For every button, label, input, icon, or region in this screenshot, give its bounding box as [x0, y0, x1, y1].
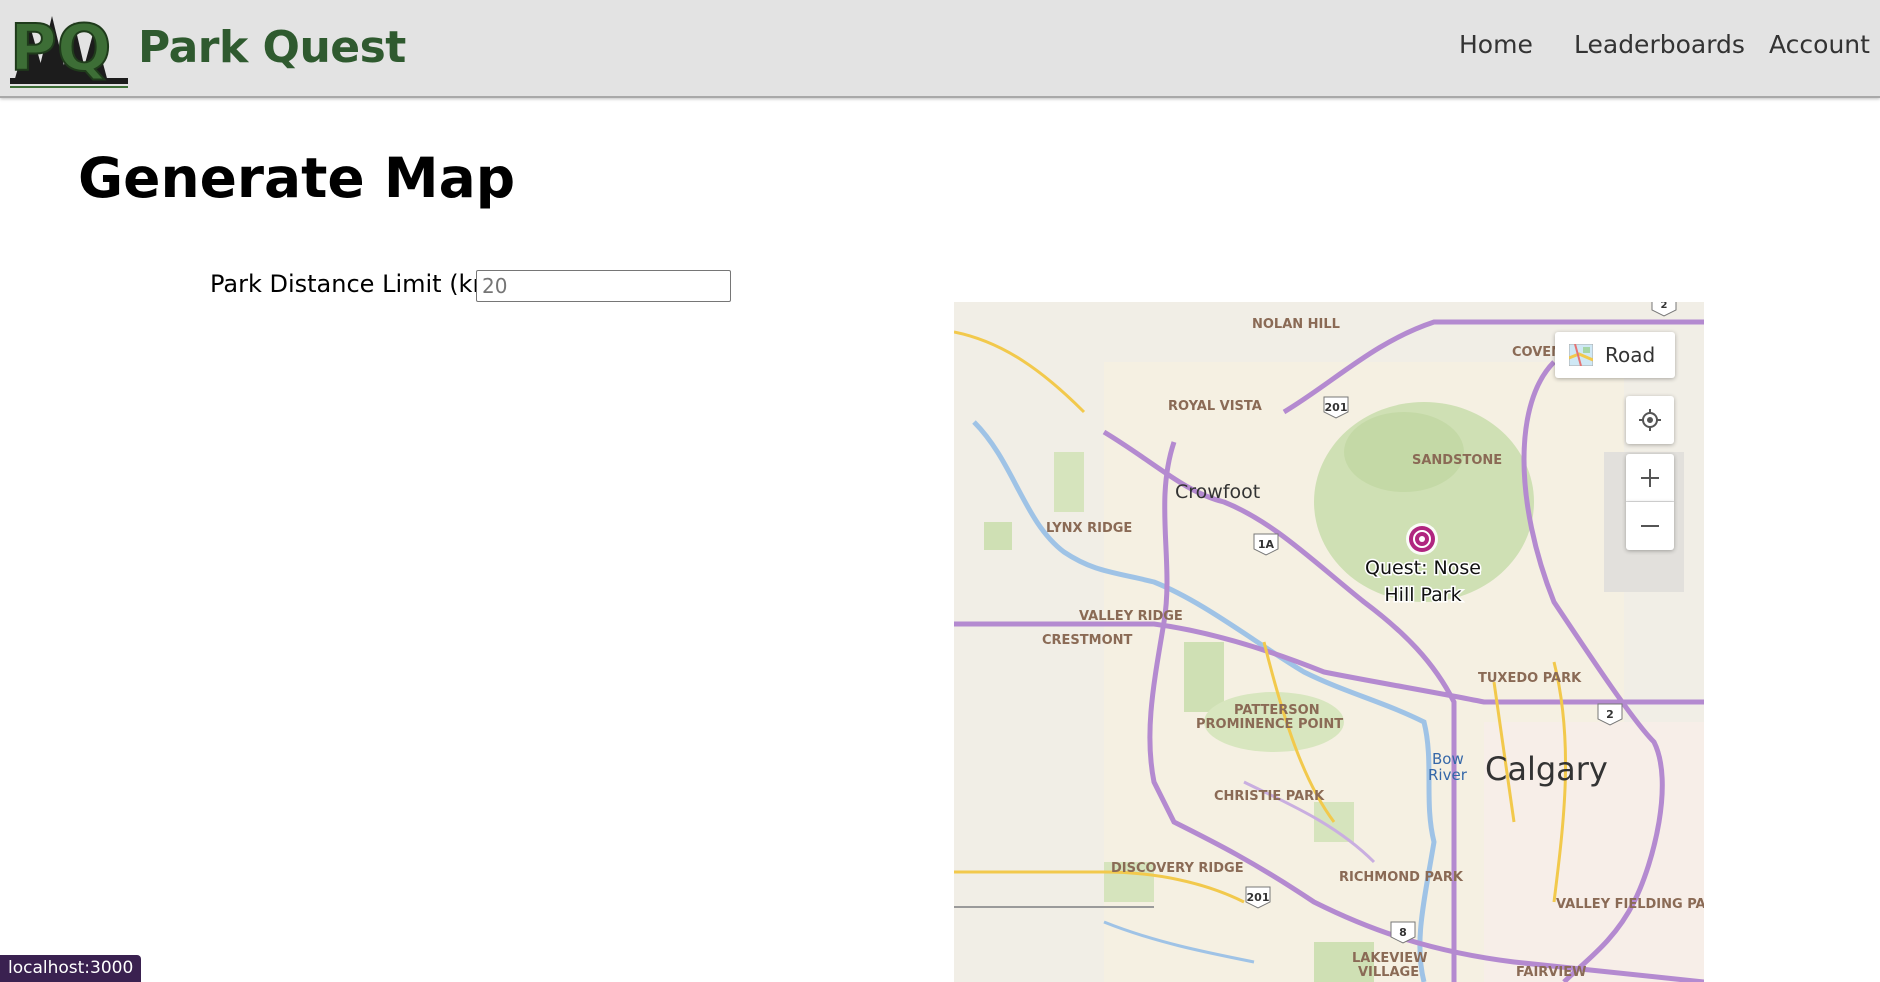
- label-richmond-park: RICHMOND PARK: [1339, 870, 1464, 885]
- label-fairview: FAIRVIEW: [1516, 965, 1586, 980]
- label-lynx-ridge: LYNX RIDGE: [1046, 521, 1132, 536]
- minus-icon: [1641, 525, 1659, 527]
- label-bow-river-2: River: [1428, 766, 1468, 784]
- quest-pin-label-line2: Hill Park: [1384, 584, 1461, 606]
- svg-text:1A: 1A: [1258, 538, 1275, 551]
- page-title: Generate Map: [78, 146, 516, 210]
- label-village: VILLAGE: [1358, 965, 1419, 980]
- road-map-icon: [1569, 344, 1593, 366]
- brand-name[interactable]: Park Quest: [138, 22, 406, 73]
- quest-pin-label-line1: Quest: Nose: [1365, 557, 1481, 579]
- label-tuxedo-park: TUXEDO PARK: [1478, 671, 1582, 686]
- svg-text:201: 201: [1325, 401, 1348, 414]
- map-canvas: NOLAN HILL COVEN ROYAL VISTA SANDSTONE L…: [954, 302, 1704, 982]
- nav-leaderboards-link[interactable]: Leaderboards: [1574, 30, 1745, 59]
- locate-me-button[interactable]: [1626, 396, 1674, 444]
- label-valley-ridge: VALLEY RIDGE: [1079, 609, 1183, 624]
- label-valley-fielding-park: VALLEY FIELDING PARK: [1556, 897, 1704, 912]
- crosshair-icon: [1639, 409, 1661, 431]
- nav-account-link[interactable]: Account: [1769, 30, 1870, 59]
- label-royal-vista: ROYAL VISTA: [1168, 399, 1262, 414]
- svg-text:2: 2: [1606, 708, 1614, 721]
- svg-text:201: 201: [1247, 891, 1270, 904]
- zoom-in-button[interactable]: [1626, 454, 1674, 502]
- label-calgary: Calgary: [1485, 750, 1608, 788]
- label-sandstone: SANDSTONE: [1412, 453, 1502, 468]
- label-christie-park: CHRISTIE PARK: [1214, 789, 1325, 804]
- map-style-button[interactable]: Road: [1555, 332, 1675, 378]
- link-status-tooltip: localhost:3000: [0, 955, 142, 982]
- map-view[interactable]: NOLAN HILL COVEN ROYAL VISTA SANDSTONE L…: [954, 302, 1704, 982]
- svg-text:8: 8: [1399, 926, 1407, 939]
- label-prominence-point: PROMINENCE POINT: [1196, 717, 1343, 732]
- label-patterson: PATTERSON: [1234, 703, 1320, 718]
- zoom-out-button[interactable]: [1626, 502, 1674, 550]
- park-quest-logo[interactable]: PQ: [8, 8, 130, 88]
- distance-limit-label: Park Distance Limit (km):: [210, 270, 514, 298]
- svg-text:2: 2: [1661, 302, 1668, 311]
- quest-pin-marker[interactable]: [1406, 523, 1438, 555]
- top-navbar: PQ Park Quest Home Leaderboards Account: [0, 0, 1880, 98]
- label-nolan-hill: NOLAN HILL: [1252, 317, 1340, 332]
- plus-icon: [1641, 468, 1659, 487]
- label-crowfoot: Crowfoot: [1175, 481, 1260, 503]
- distance-limit-input[interactable]: [476, 270, 731, 302]
- label-lakeview: LAKEVIEW: [1352, 951, 1427, 966]
- label-crestmont: CRESTMONT: [1042, 633, 1133, 648]
- nav-home-link[interactable]: Home: [1459, 30, 1533, 59]
- svg-text:PQ: PQ: [10, 12, 111, 86]
- map-style-label: Road: [1605, 343, 1656, 367]
- label-discovery-ridge: DISCOVERY RIDGE: [1111, 861, 1244, 876]
